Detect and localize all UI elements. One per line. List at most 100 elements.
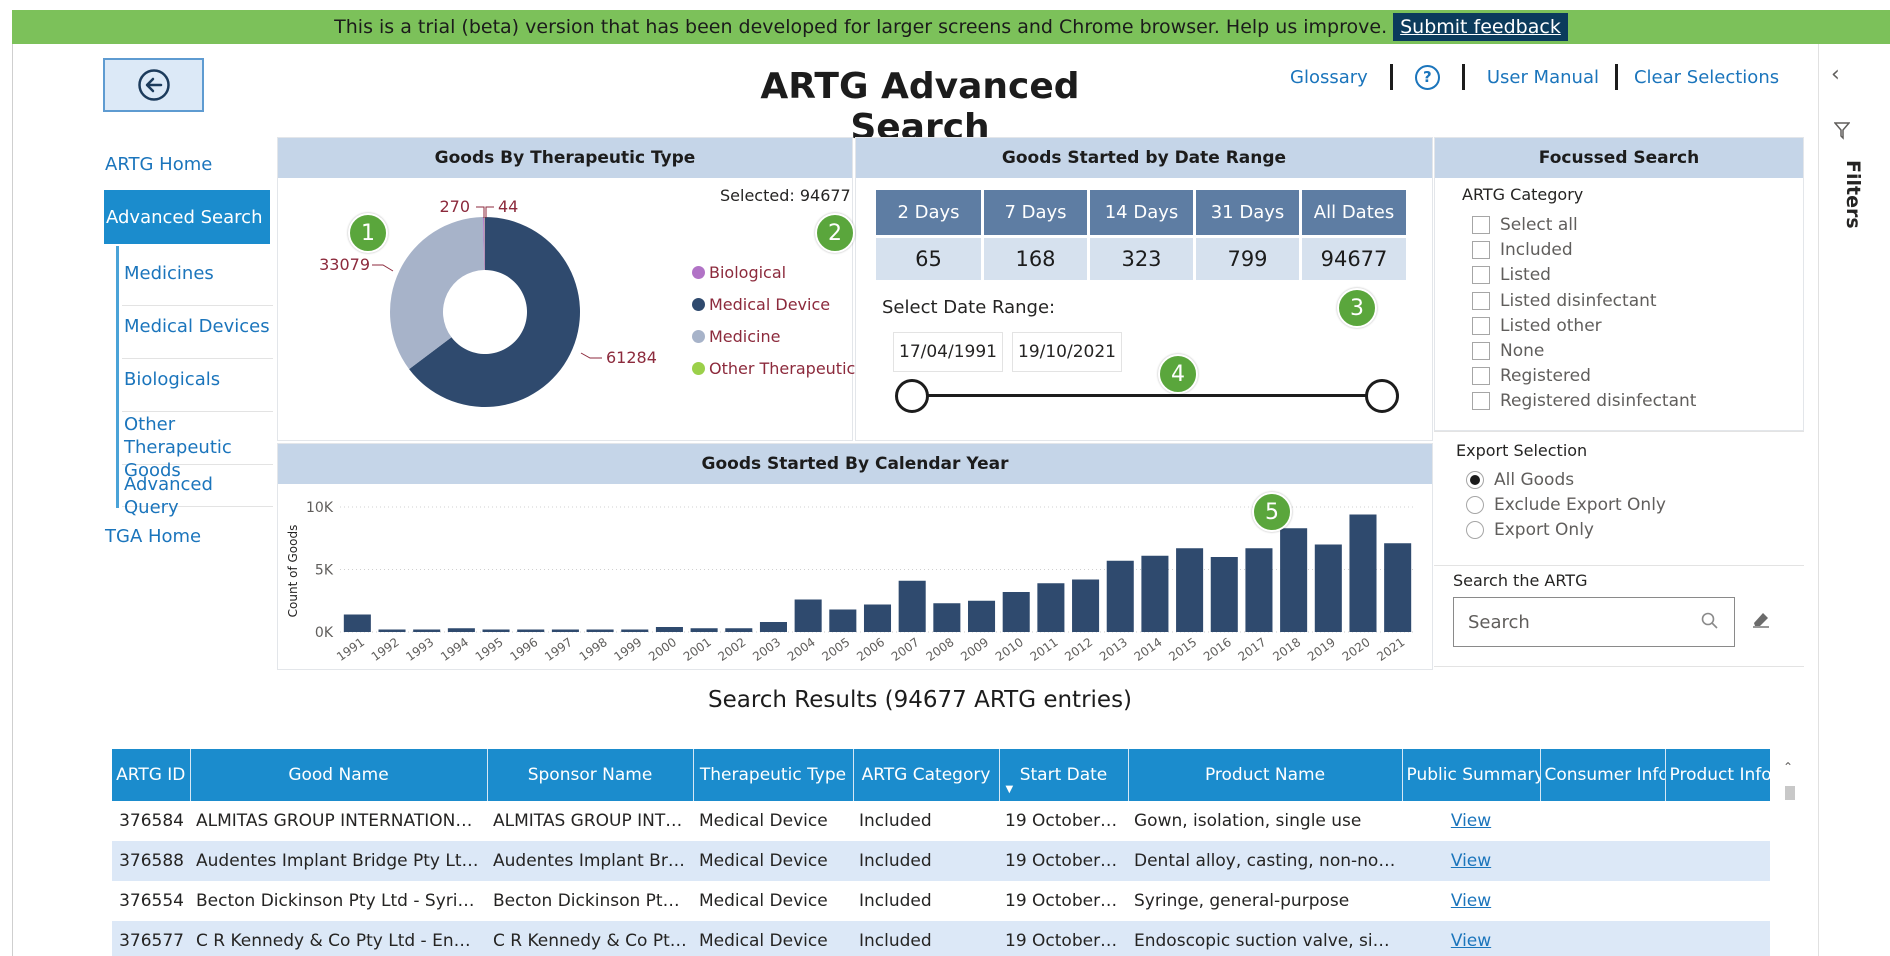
checkbox[interactable] xyxy=(1472,367,1490,385)
column-header-sponsor-name[interactable]: Sponsor Name xyxy=(487,749,694,801)
donut-slice-medicine[interactable] xyxy=(390,217,485,370)
bar-2020[interactable] xyxy=(1349,514,1377,633)
radio-button[interactable] xyxy=(1466,471,1484,489)
legend-item-medicine[interactable]: Medicine xyxy=(692,320,855,352)
results-scrollbar[interactable]: ⌃ xyxy=(1783,760,1795,956)
checkbox[interactable] xyxy=(1472,317,1490,335)
bar-2002[interactable] xyxy=(725,628,753,632)
range-all-dates-button[interactable]: All Dates xyxy=(1302,190,1406,235)
bar-2018[interactable] xyxy=(1280,528,1308,632)
bar-2012[interactable] xyxy=(1072,579,1100,633)
bar-2001[interactable] xyxy=(690,628,718,632)
sort-descending-icon[interactable]: ▼ xyxy=(1006,784,1014,795)
glossary-link[interactable]: Glossary xyxy=(1290,67,1368,88)
nav-advanced-query[interactable]: Advanced Query xyxy=(122,473,273,518)
checkbox[interactable] xyxy=(1472,241,1490,259)
bar-2016[interactable] xyxy=(1210,557,1238,632)
column-header-product-info[interactable]: Product Info xyxy=(1665,749,1770,801)
view-public-summary-link[interactable]: View xyxy=(1451,891,1491,911)
category-listed[interactable]: Listed xyxy=(1472,263,1551,287)
bar-2010[interactable] xyxy=(1002,592,1030,632)
bar-1999[interactable] xyxy=(621,629,649,633)
view-public-summary-link[interactable]: View xyxy=(1451,811,1491,831)
table-row[interactable]: 376588 Audentes Implant Bridge Pty Ltd - … xyxy=(112,841,1770,881)
date-range-slider[interactable] xyxy=(912,394,1382,397)
bar-2014[interactable] xyxy=(1141,555,1169,632)
category-registered[interactable]: Registered xyxy=(1472,364,1591,388)
export-all-goods[interactable]: All Goods xyxy=(1466,468,1574,492)
end-date-input[interactable]: 19/10/2021 xyxy=(1012,332,1122,372)
column-header-public-summary[interactable]: Public Summary xyxy=(1402,749,1541,801)
nav-medicines[interactable]: Medicines xyxy=(122,262,273,306)
radio-button[interactable] xyxy=(1466,496,1484,514)
export-exclude-export-only[interactable]: Exclude Export Only xyxy=(1466,493,1666,517)
bar-2005[interactable] xyxy=(829,609,857,633)
bar-1997[interactable] xyxy=(551,629,579,633)
bar-1991[interactable] xyxy=(343,614,371,633)
bar-2017[interactable] xyxy=(1245,548,1273,632)
bar-2007[interactable] xyxy=(898,580,926,632)
column-header-consumer-info[interactable]: Consumer Info xyxy=(1540,749,1666,801)
table-row[interactable]: 376577 C R Kennedy & Co Pty Ltd - Endos..… xyxy=(112,921,1770,956)
checkbox[interactable] xyxy=(1472,266,1490,284)
bar-2021[interactable] xyxy=(1384,543,1412,632)
bar-2015[interactable] xyxy=(1176,548,1204,632)
column-header-therapeutic-type[interactable]: Therapeutic Type xyxy=(693,749,854,801)
column-header-start-date[interactable]: Start Date ▼ xyxy=(999,749,1129,801)
view-public-summary-link[interactable]: View xyxy=(1451,931,1491,951)
column-header-good-name[interactable]: Good Name xyxy=(190,749,488,801)
legend-item-biological[interactable]: Biological xyxy=(692,256,855,288)
bar-2000[interactable] xyxy=(655,627,683,632)
checkbox[interactable] xyxy=(1472,216,1490,234)
bar-2009[interactable] xyxy=(968,600,996,632)
bar-1992[interactable] xyxy=(378,629,406,633)
category-registered-disinfectant[interactable]: Registered disinfectant xyxy=(1472,389,1696,413)
scroll-thumb[interactable] xyxy=(1785,786,1795,800)
bar-2011[interactable] xyxy=(1037,583,1065,632)
bar-2003[interactable] xyxy=(759,622,787,632)
legend-item-medical-device[interactable]: Medical Device xyxy=(692,288,855,320)
category-select-all[interactable]: Select all xyxy=(1472,213,1578,237)
checkbox[interactable] xyxy=(1472,342,1490,360)
radio-button[interactable] xyxy=(1466,521,1484,539)
bar-1994[interactable] xyxy=(447,628,475,632)
bar-2013[interactable] xyxy=(1106,560,1134,632)
bar-1993[interactable] xyxy=(413,629,441,633)
search-icon[interactable] xyxy=(1700,611,1720,631)
nav-other-therapeutic-goods[interactable]: Other Therapeutic Goods xyxy=(122,413,273,481)
nav-advanced-search[interactable]: Advanced Search xyxy=(104,190,270,244)
column-header-product-name[interactable]: Product Name xyxy=(1128,749,1403,801)
category-none[interactable]: None xyxy=(1472,339,1544,363)
nav-medical-devices[interactable]: Medical Devices xyxy=(122,315,273,359)
help-icon[interactable]: ? xyxy=(1414,64,1440,90)
chevron-left-icon[interactable]: ‹ xyxy=(1831,62,1840,87)
scroll-up-icon[interactable]: ⌃ xyxy=(1783,760,1793,774)
nav-artg-home[interactable]: ARTG Home xyxy=(105,154,212,175)
range-14-days-button[interactable]: 14 Days xyxy=(1090,190,1193,235)
bar-1998[interactable] xyxy=(586,629,614,633)
slider-start-handle[interactable] xyxy=(895,379,929,413)
export-export-only[interactable]: Export Only xyxy=(1466,518,1594,542)
eraser-icon[interactable] xyxy=(1750,608,1772,630)
start-date-input[interactable]: 17/04/1991 xyxy=(893,332,1003,372)
slider-end-handle[interactable] xyxy=(1365,379,1399,413)
submit-feedback-link[interactable]: Submit feedback xyxy=(1393,13,1568,41)
column-header-artg-id[interactable]: ARTG ID xyxy=(112,749,191,801)
filters-pane-label[interactable]: Filters xyxy=(1824,160,1864,250)
legend-item-other-therapeutic[interactable]: Other Therapeutic xyxy=(692,352,855,384)
bar-1995[interactable] xyxy=(482,629,510,633)
checkbox[interactable] xyxy=(1472,292,1490,310)
bar-2019[interactable] xyxy=(1314,544,1342,633)
table-row[interactable]: 376554 Becton Dickinson Pty Ltd - Syringe… xyxy=(112,881,1770,921)
category-listed-disinfectant[interactable]: Listed disinfectant xyxy=(1472,289,1657,313)
checkbox[interactable] xyxy=(1472,392,1490,410)
category-included[interactable]: Included xyxy=(1472,238,1573,262)
nav-biologicals[interactable]: Biologicals xyxy=(122,368,273,412)
column-header-artg-category[interactable]: ARTG Category xyxy=(853,749,1000,801)
bar-2004[interactable] xyxy=(794,599,822,633)
search-input[interactable]: Search xyxy=(1453,597,1735,647)
bar-2006[interactable] xyxy=(863,604,892,633)
bar-1996[interactable] xyxy=(517,629,545,633)
clear-selections-link[interactable]: Clear Selections xyxy=(1634,67,1779,88)
user-manual-link[interactable]: User Manual xyxy=(1487,67,1599,88)
